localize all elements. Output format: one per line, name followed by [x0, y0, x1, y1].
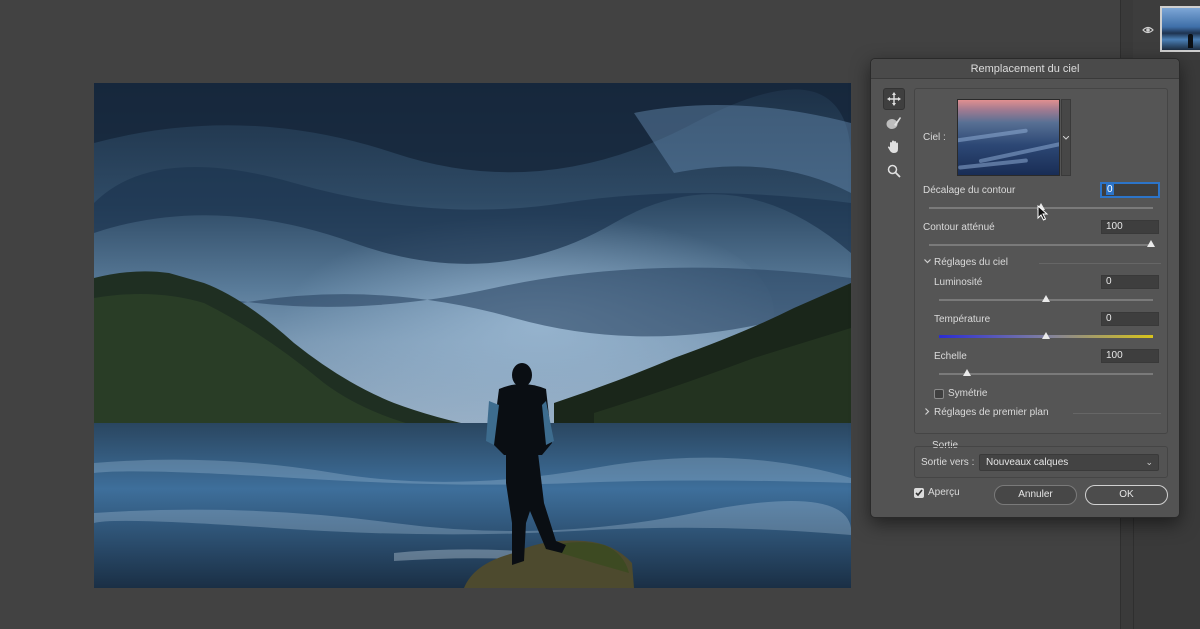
foreground-adjustments-header[interactable]: Réglages de premier plan [934, 407, 1049, 418]
move-arrows-icon [887, 92, 901, 106]
landscape-illustration [94, 83, 851, 588]
brightness-input[interactable]: 0 [1101, 275, 1159, 289]
canvas-image[interactable] [94, 83, 851, 588]
flip-label: Symétrie [948, 388, 988, 399]
output-to-select[interactable]: Nouveaux calques ⌄ [979, 454, 1159, 471]
sky-replacement-dialog: Remplacement du ciel Ciel : Décalage du … [870, 58, 1180, 518]
section-divider [1039, 263, 1161, 264]
sky-preset-thumbnail[interactable] [957, 99, 1060, 176]
chevron-down-icon: ⌄ [1145, 457, 1153, 467]
eye-icon[interactable] [1142, 24, 1154, 36]
fade-edge-slider-track[interactable] [929, 244, 1153, 246]
layer-thumbnail[interactable] [1160, 6, 1200, 52]
hand-icon [887, 140, 898, 153]
brightness-slider-thumb[interactable] [1042, 295, 1050, 302]
move-tool-button[interactable] [883, 88, 905, 110]
magnifier-icon [887, 164, 901, 178]
mouse-pointer-icon [1037, 205, 1049, 221]
section-divider [1073, 413, 1161, 414]
layer-thumbnail-figure [1188, 34, 1193, 48]
ok-button[interactable]: OK [1085, 485, 1168, 505]
temperature-label: Température [934, 314, 991, 325]
sky-label: Ciel : [923, 132, 946, 143]
settings-group: Ciel : Décalage du contour 0 Contour att… [914, 88, 1168, 434]
edge-shift-label: Décalage du contour [923, 185, 1016, 196]
cancel-button[interactable]: Annuler [994, 485, 1077, 505]
sky-adjustments-header[interactable]: Réglages du ciel [934, 257, 1008, 268]
sky-preset-dropdown[interactable] [1061, 99, 1071, 176]
brightness-label: Luminosité [934, 277, 983, 288]
zoom-tool-button[interactable] [883, 160, 905, 182]
dialog-title[interactable]: Remplacement du ciel [871, 59, 1179, 79]
output-group: Sortie vers : Nouveaux calques ⌄ [914, 446, 1168, 478]
fade-edge-slider-thumb[interactable] [1147, 240, 1155, 247]
scale-label: Echelle [934, 351, 967, 362]
output-to-value: Nouveaux calques [986, 457, 1069, 468]
flip-checkbox[interactable] [934, 389, 944, 399]
chevron-down-icon[interactable] [924, 259, 931, 264]
temperature-input[interactable]: 0 [1101, 312, 1159, 326]
chevron-down-icon [1063, 135, 1069, 140]
edge-shift-input[interactable]: 0 [1101, 183, 1159, 197]
brush-icon [886, 117, 901, 129]
preview-label: Aperçu [928, 487, 960, 498]
checkmark-icon [915, 489, 923, 497]
scale-slider-track[interactable] [939, 373, 1153, 375]
temperature-slider-thumb[interactable] [1042, 332, 1050, 339]
scale-input[interactable]: 100 [1101, 349, 1159, 363]
fade-edge-label: Contour atténué [923, 222, 995, 233]
scale-slider-thumb[interactable] [963, 369, 971, 376]
preview-checkbox[interactable] [914, 488, 924, 498]
sky-preset-cloud [958, 128, 1028, 144]
edge-shift-value: 0 [1106, 184, 1114, 195]
fade-edge-input[interactable]: 100 [1101, 220, 1159, 234]
sky-brush-tool-button[interactable] [883, 112, 905, 134]
output-to-label: Sortie vers : [921, 457, 975, 468]
chevron-right-icon[interactable] [925, 408, 930, 415]
hand-tool-button[interactable] [883, 136, 905, 158]
tool-column [883, 88, 905, 184]
